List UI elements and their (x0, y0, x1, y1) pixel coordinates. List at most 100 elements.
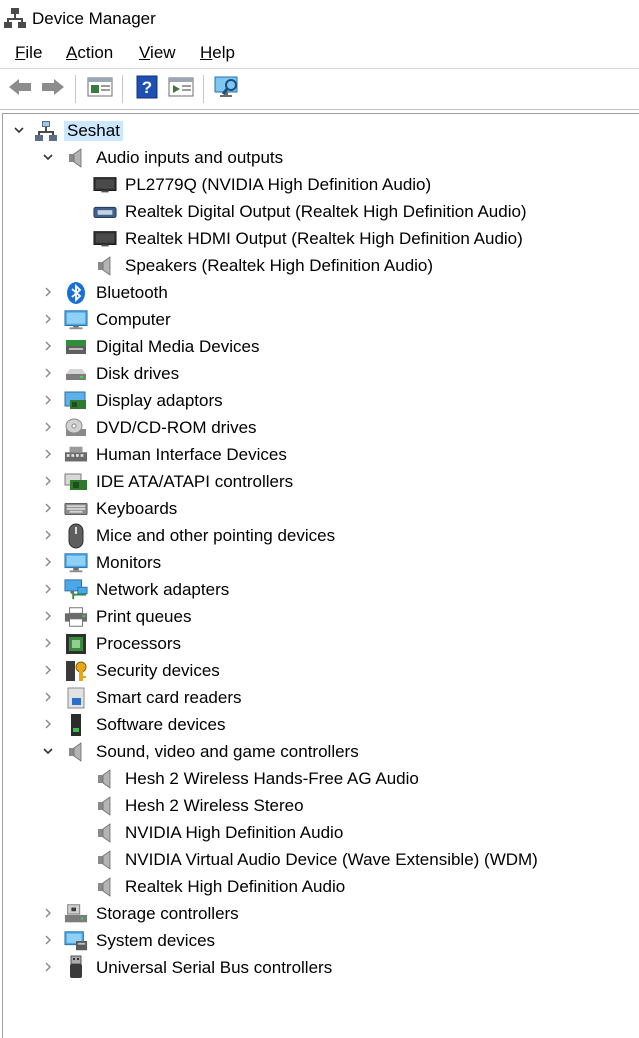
device-tree[interactable]: Seshat Audio inputs and outputs PL2779Q (N… (2, 113, 639, 1038)
toolbar-separator (75, 75, 76, 103)
tree-category-ide-ata-atapi-controllers[interactable]: IDE ATA/ATAPI controllers (3, 468, 639, 495)
tree-item-label: IDE ATA/ATAPI controllers (96, 472, 294, 491)
expand-chevron-icon[interactable] (38, 930, 58, 950)
tree-category-mice-and-other-pointing-devices[interactable]: Mice and other pointing devices (3, 522, 639, 549)
tree-category-smart-card-readers[interactable]: Smart card readers (3, 684, 639, 711)
back-button[interactable] (5, 75, 35, 103)
svg-text:?: ? (142, 78, 152, 97)
expand-chevron-icon[interactable] (38, 498, 58, 518)
tree-item-label: Bluetooth (96, 283, 168, 302)
tree-device-realtek-high-definition-audio[interactable]: Realtek High Definition Audio (3, 873, 639, 900)
tree-item-label: Speakers (Realtek High Definition Audio) (125, 256, 434, 275)
expand-chevron-icon[interactable] (38, 714, 58, 734)
tree-category-display-adaptors[interactable]: Display adaptors (3, 387, 639, 414)
system-devices-icon (64, 929, 88, 953)
tree-category-print-queues[interactable]: Print queues (3, 603, 639, 630)
expand-chevron-icon[interactable] (38, 390, 58, 410)
tree-item-label: PL2779Q (NVIDIA High Definition Audio) (125, 175, 432, 194)
speaker-icon (93, 767, 117, 791)
tree-category-monitors[interactable]: Monitors (3, 549, 639, 576)
expand-chevron-icon[interactable] (38, 660, 58, 680)
tree-root-seshat[interactable]: Seshat (3, 117, 639, 144)
menu-file-accel: F (15, 43, 26, 62)
network-adapter-icon (64, 578, 88, 602)
expand-chevron-icon[interactable] (38, 525, 58, 545)
expand-chevron-icon[interactable] (38, 417, 58, 437)
expand-chevron-icon[interactable] (38, 957, 58, 977)
expand-chevron-icon[interactable] (38, 363, 58, 383)
tree-item-label: NVIDIA Virtual Audio Device (Wave Extens… (125, 850, 538, 869)
help-button[interactable]: ? (132, 75, 162, 103)
properties-button[interactable] (85, 75, 115, 103)
expand-chevron-icon[interactable] (38, 282, 58, 302)
expand-chevron-icon[interactable] (38, 606, 58, 626)
tree-category-audio-inputs-and-outputs[interactable]: Audio inputs and outputs (3, 144, 639, 171)
tree-category-disk-drives[interactable]: Disk drives (3, 360, 639, 387)
window-title: Device Manager (32, 9, 156, 28)
speaker-icon (93, 794, 117, 818)
tree-device-realtek-digital-output-realtek-high-definition-audio[interactable]: Realtek Digital Output (Realtek High Def… (3, 198, 639, 225)
menu-action[interactable]: Action (66, 43, 113, 63)
tree-category-software-devices[interactable]: Software devices (3, 711, 639, 738)
menu-help[interactable]: Help (200, 43, 235, 63)
tree-item-label: DVD/CD-ROM drives (96, 418, 257, 437)
media-device-icon (64, 335, 88, 359)
tree-category-security-devices[interactable]: Security devices (3, 657, 639, 684)
run-button[interactable] (166, 75, 196, 103)
expand-chevron-icon[interactable] (38, 309, 58, 329)
expand-chevron-icon[interactable] (38, 552, 58, 572)
tree-device-hesh-2-wireless-stereo[interactable]: Hesh 2 Wireless Stereo (3, 792, 639, 819)
tree-category-digital-media-devices[interactable]: Digital Media Devices (3, 333, 639, 360)
expand-chevron-icon[interactable] (38, 444, 58, 464)
expand-chevron-icon[interactable] (38, 903, 58, 923)
tree-device-nvidia-high-definition-audio[interactable]: NVIDIA High Definition Audio (3, 819, 639, 846)
forward-button[interactable] (38, 75, 68, 103)
tree-device-pl2779q-nvidia-high-definition-audio[interactable]: PL2779Q (NVIDIA High Definition Audio) (3, 171, 639, 198)
menu-file[interactable]: File (15, 43, 42, 63)
menu-view[interactable]: View (139, 43, 176, 63)
processor-icon (64, 632, 88, 656)
expand-chevron-icon[interactable] (38, 687, 58, 707)
menu-view-accel: V (139, 43, 151, 62)
tree-item-label: Keyboards (96, 499, 178, 518)
tree-category-system-devices[interactable]: System devices (3, 927, 639, 954)
tree-device-hesh-2-wireless-hands-free-ag-audio[interactable]: Hesh 2 Wireless Hands-Free AG Audio (3, 765, 639, 792)
smart-card-reader-icon (64, 686, 88, 710)
tree-category-storage-controllers[interactable]: Storage controllers (3, 900, 639, 927)
display-adapter-icon (64, 389, 88, 413)
expand-chevron-icon[interactable] (38, 336, 58, 356)
collapse-chevron-icon[interactable] (38, 147, 58, 167)
tree-item-label: Hesh 2 Wireless Hands-Free AG Audio (125, 769, 419, 788)
tree-category-processors[interactable]: Processors (3, 630, 639, 657)
tree-item-label: Network adapters (96, 580, 230, 599)
tree-item-label: Realtek HDMI Output (Realtek High Defini… (125, 229, 523, 248)
tree-device-speakers-realtek-high-definition-audio[interactable]: Speakers (Realtek High Definition Audio) (3, 252, 639, 279)
tree-category-dvd-cd-rom-drives[interactable]: DVD/CD-ROM drives (3, 414, 639, 441)
menu-file-rest: ile (25, 43, 43, 62)
speaker-icon (93, 848, 117, 872)
tree-category-computer[interactable]: Computer (3, 306, 639, 333)
tree-category-universal-serial-bus-controllers[interactable]: Universal Serial Bus controllers (3, 954, 639, 981)
tree-device-nvidia-virtual-audio-device-wave-extensible-wdm[interactable]: NVIDIA Virtual Audio Device (Wave Extens… (3, 846, 639, 873)
tree-category-human-interface-devices[interactable]: Human Interface Devices (3, 441, 639, 468)
digital-output-icon (93, 200, 117, 224)
tree-category-sound-video-and-game-controllers[interactable]: Sound, video and game controllers (3, 738, 639, 765)
expand-chevron-icon[interactable] (38, 471, 58, 491)
toolbar: ? (0, 69, 639, 110)
collapse-chevron-icon[interactable] (38, 741, 58, 761)
software-device-icon (64, 713, 88, 737)
tree-category-network-adapters[interactable]: Network adapters (3, 576, 639, 603)
tree-category-bluetooth[interactable]: Bluetooth (3, 279, 639, 306)
back-arrow-icon (7, 77, 33, 102)
tree-item-label: Audio inputs and outputs (96, 148, 284, 167)
tree-item-label: Digital Media Devices (96, 337, 260, 356)
speaker-icon (93, 254, 117, 278)
tree-device-realtek-hdmi-output-realtek-high-definition-audio[interactable]: Realtek HDMI Output (Realtek High Defini… (3, 225, 639, 252)
collapse-chevron-icon[interactable] (9, 120, 29, 140)
bluetooth-icon (64, 281, 88, 305)
expand-chevron-icon[interactable] (38, 579, 58, 599)
scan-hardware-button[interactable] (212, 75, 242, 103)
tree-category-keyboards[interactable]: Keyboards (3, 495, 639, 522)
tree-item-label: Sound, video and game controllers (96, 742, 359, 761)
expand-chevron-icon[interactable] (38, 633, 58, 653)
